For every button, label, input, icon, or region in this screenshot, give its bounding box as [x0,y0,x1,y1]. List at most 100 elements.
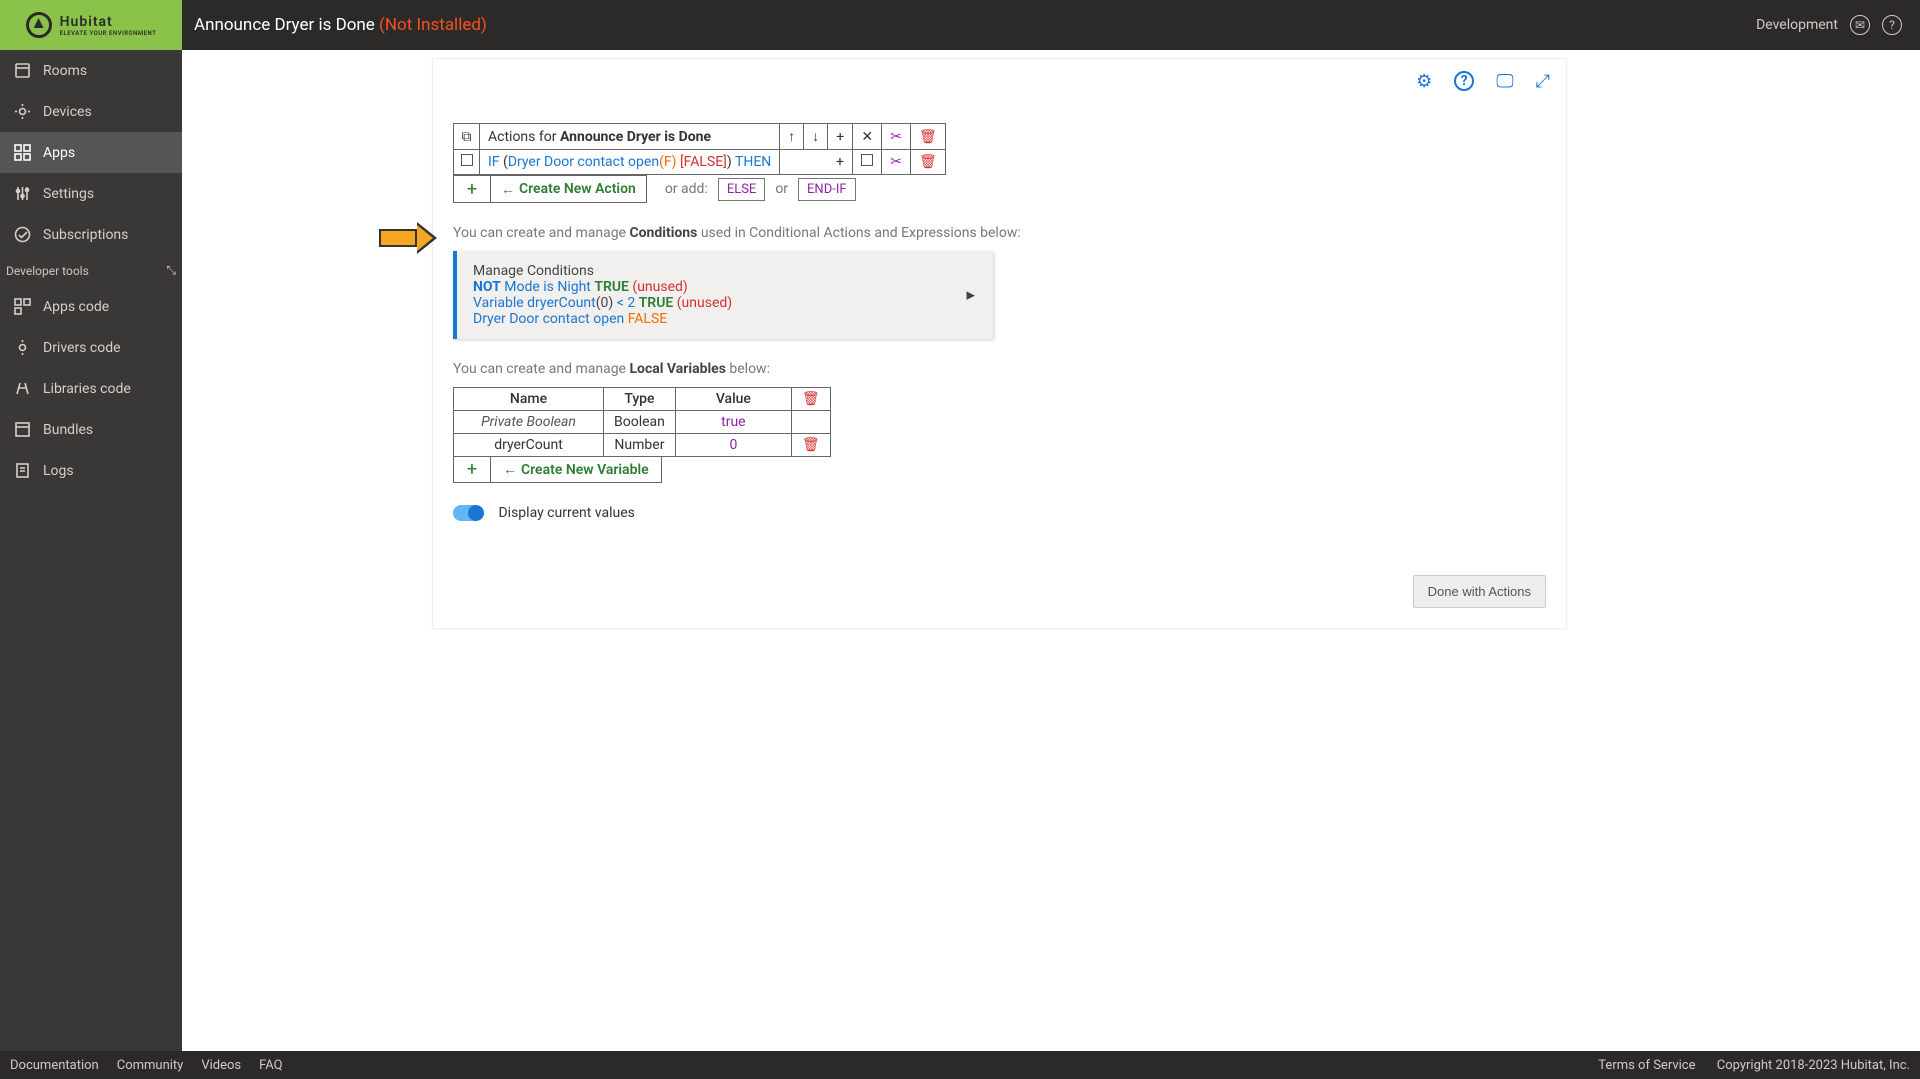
logo[interactable]: HubitatELEVATE YOUR ENVIRONMENT [0,0,182,50]
actions-table: ⧉ Actions for Announce Dryer is Done ↑ ↓… [453,123,946,175]
condition-line: NOT Mode is Night TRUE (unused) [473,279,977,295]
chat-icon[interactable]: ✉ [1850,15,1870,35]
sidebar-item-label: Logs [43,463,74,479]
cut-row-icon[interactable]: ✂ [882,150,911,175]
select-icon[interactable] [853,150,882,175]
sidebar-item-label: Drivers code [43,340,121,356]
main-panel: ⚙ ? 🖵 ⤢ ⧉ Actions for Announce Dryer is … [432,58,1567,629]
cut-icon[interactable]: ✂ [882,124,911,150]
endif-button[interactable]: END-IF [798,178,856,201]
col-name: Name [454,388,604,411]
delete-icon[interactable]: ✕ [853,124,882,150]
sidebar-item-logs[interactable]: Logs [0,450,182,491]
expand-icon[interactable]: ⤢ [1536,71,1550,92]
sidebar-item-label: Rooms [43,63,87,79]
trash-icon[interactable]: 🗑 [910,124,945,150]
settings-icon [14,185,31,202]
var-type: Number [604,434,676,457]
conditions-intro: You can create and manage Conditions use… [453,225,1546,241]
sidebar-section-dev[interactable]: Developer tools ⤡ [0,255,182,286]
sidebar-item-label: Settings [43,186,94,202]
create-action-button[interactable]: ← Create New Action [491,175,647,203]
col-type: Type [604,388,676,411]
expand-triangle-icon[interactable]: ▶ [967,289,975,302]
footer-link-docs[interactable]: Documentation [10,1058,99,1073]
apps-icon [14,144,31,161]
sidebar-item-subscriptions[interactable]: Subscriptions [0,214,182,255]
sidebar-item-settings[interactable]: Settings [0,173,182,214]
variable-row: dryerCount Number 0 🗑 [454,434,831,457]
sidebar-item-label: Devices [43,104,92,120]
sidebar-item-label: Subscriptions [43,227,128,243]
trash-header-icon[interactable]: 🗑 [791,388,830,411]
var-name[interactable]: dryerCount [454,434,604,457]
subscriptions-icon [14,226,31,243]
sidebar-item-label: Apps [43,145,75,161]
collapse-icon[interactable]: ⤡ [166,263,176,278]
conditions-box[interactable]: Manage Conditions NOT Mode is Night TRUE… [453,251,993,339]
callout-arrow [379,229,417,247]
devices-icon [14,103,31,120]
toggle-row: Display current values [453,505,1546,521]
sidebar-item-rooms[interactable]: Rooms [0,50,182,91]
footer-link-faq[interactable]: FAQ [259,1058,282,1073]
variable-row: Private Boolean Boolean true [454,411,831,434]
var-value[interactable]: true [675,411,791,434]
display-values-toggle[interactable] [453,505,483,521]
condition-line: Dryer Door contact open FALSE [473,311,977,327]
sidebar-item-drivers-code[interactable]: Drivers code [0,327,182,368]
add-sub-icon[interactable]: + [828,150,853,175]
rooms-icon [14,62,31,79]
actions-header: Actions for Announce Dryer is Done [480,124,780,150]
apps-code-icon [14,298,31,315]
create-variable-button[interactable]: ← Create New Variable [491,457,662,483]
content: ⚙ ? 🖵 ⤢ ⧉ Actions for Announce Dryer is … [182,50,1920,1051]
title-text: Announce Dryer is Done [194,15,375,35]
action-row: IF (Dryer Door contact open(F) [FALSE]) … [454,150,946,175]
condition-line: Variable dryerCount(0) < 2 TRUE (unused) [473,295,977,311]
sidebar-item-devices[interactable]: Devices [0,91,182,132]
footer-tos[interactable]: Terms of Service [1598,1058,1695,1073]
topbar: HubitatELEVATE YOUR ENVIRONMENT Announce… [0,0,1920,50]
action-condition[interactable]: IF (Dryer Door contact open(F) [FALSE]) … [480,150,780,175]
move-down-icon[interactable]: ↓ [804,124,828,150]
add-icon[interactable]: + [828,124,853,150]
move-up-icon[interactable]: ↑ [780,124,804,150]
var-value[interactable]: 0 [675,434,791,457]
or-label: or [775,181,788,197]
delete-var-icon[interactable]: 🗑 [791,434,830,457]
sidebar-item-label: Apps code [43,299,109,315]
var-name[interactable]: Private Boolean [454,411,604,434]
logs-icon [14,462,31,479]
gear-icon[interactable]: ⚙ [1416,71,1432,92]
sidebar-item-bundles[interactable]: Bundles [0,409,182,450]
trash-row-icon[interactable]: 🗑 [910,150,945,175]
var-type: Boolean [604,411,676,434]
help-icon[interactable]: ? [1882,15,1902,35]
bundles-icon [14,421,31,438]
sidebar-item-label: Libraries code [43,381,131,397]
or-add-label: or add: [665,181,708,197]
footer-copyright: Copyright 2018-2023 Hubitat, Inc. [1717,1058,1910,1073]
dev-label: Development [1756,17,1838,33]
footer-link-videos[interactable]: Videos [201,1058,241,1073]
sidebar-item-libraries-code[interactable]: Libraries code [0,368,182,409]
footer-link-community[interactable]: Community [117,1058,184,1073]
sidebar-item-apps-code[interactable]: Apps code [0,286,182,327]
sidebar-item-apps[interactable]: Apps [0,132,182,173]
add-variable-button[interactable]: + [453,457,491,483]
sidebar-item-label: Bundles [43,422,93,438]
copy-all-icon[interactable]: ⧉ [454,124,480,150]
install-status: (Not Installed) [379,15,487,35]
help-circle-icon[interactable]: ? [1454,71,1474,91]
monitor-icon[interactable]: 🖵 [1496,71,1513,92]
toggle-label: Display current values [498,505,634,521]
logo-text: HubitatELEVATE YOUR ENVIRONMENT [60,14,157,37]
checkbox-icon[interactable] [454,150,480,175]
done-button[interactable]: Done with Actions [1413,575,1546,608]
sidebar: Rooms Devices Apps Settings Subscription… [0,50,182,1051]
add-action-button[interactable]: + [453,175,491,203]
else-button[interactable]: ELSE [718,178,766,201]
libraries-icon [14,380,31,397]
manage-conditions-title: Manage Conditions [473,263,977,279]
